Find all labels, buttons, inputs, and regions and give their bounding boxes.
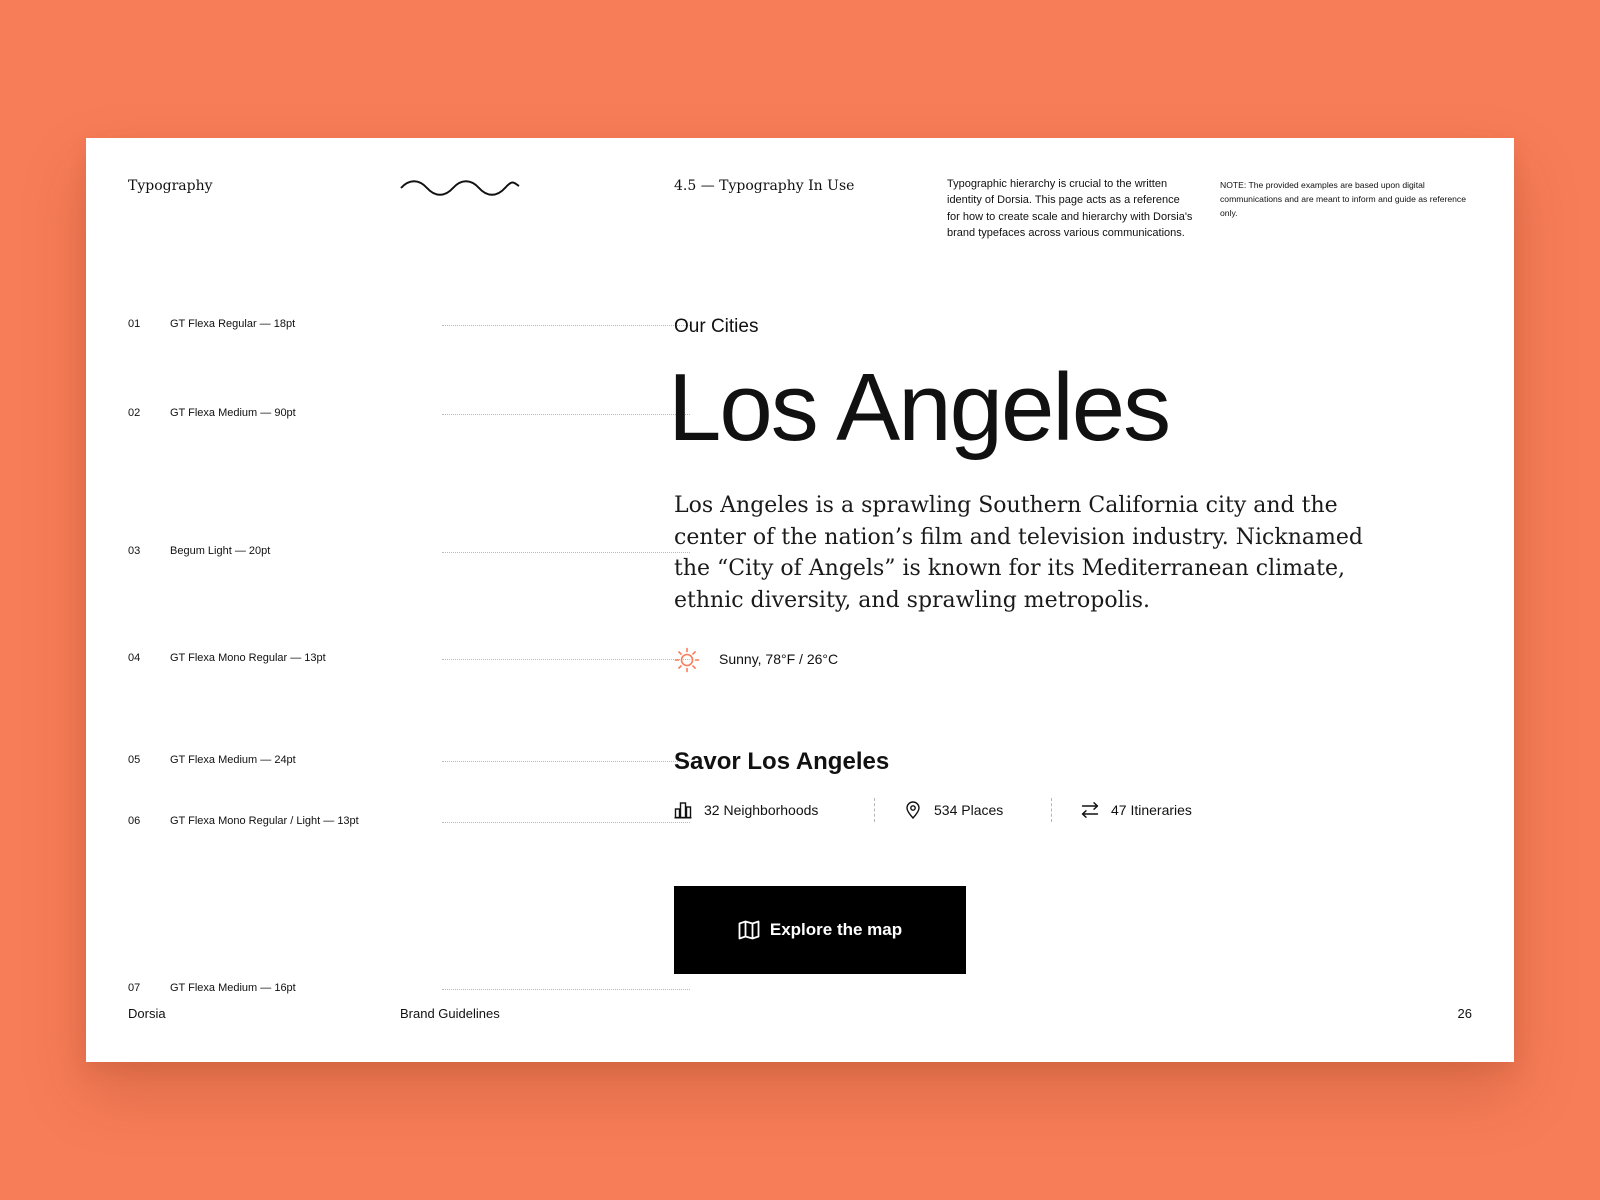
page-number: 26 <box>1457 1006 1472 1021</box>
spec-label: GT Flexa Medium — 16pt <box>170 982 296 994</box>
stat-text: 534 Places <box>934 802 1004 818</box>
spec-label: GT Flexa Mono Regular / Light — 13pt <box>170 815 359 827</box>
spec-row: 06 GT Flexa Mono Regular / Light — 13pt <box>128 815 690 831</box>
spec-row: 07 GT Flexa Medium — 16pt <box>128 982 690 998</box>
spec-label: GT Flexa Mono Regular — 13pt <box>170 652 326 664</box>
dotted-leader <box>442 552 690 553</box>
city-headline: Los Angeles <box>668 354 1171 461</box>
spec-number: 02 <box>128 407 141 419</box>
kicker-text: Our Cities <box>674 316 759 337</box>
guideline-page: Typography 4.5 — Typography In Use Typog… <box>86 138 1514 1062</box>
spec-row: 03 Begum Light — 20pt <box>128 545 690 561</box>
wave-icon <box>400 180 520 196</box>
map-icon <box>738 920 760 940</box>
spec-number: 04 <box>128 652 141 664</box>
spec-number: 05 <box>128 754 141 766</box>
intro-paragraph: Typographic hierarchy is crucial to the … <box>947 178 1193 239</box>
spec-label: GT Flexa Medium — 90pt <box>170 407 296 419</box>
spec-row: 02 GT Flexa Medium — 90pt <box>128 407 690 423</box>
buildings-icon <box>674 802 692 819</box>
dotted-leader <box>442 822 690 823</box>
spec-number: 06 <box>128 815 141 827</box>
spec-label: GT Flexa Regular — 18pt <box>170 318 296 330</box>
dotted-leader <box>442 659 690 660</box>
spec-row: 05 GT Flexa Medium — 24pt <box>128 754 690 770</box>
dotted-leader <box>442 761 690 762</box>
dotted-leader <box>442 325 690 326</box>
dotted-leader <box>442 414 690 415</box>
spec-number: 03 <box>128 545 141 557</box>
spec-number: 01 <box>128 318 141 330</box>
spec-row: 04 GT Flexa Mono Regular — 13pt <box>128 652 690 668</box>
savor-heading: Savor Los Angeles <box>674 748 890 775</box>
footer-brand: Dorsia <box>128 1006 166 1021</box>
location-pin-icon <box>906 801 920 819</box>
spec-label: GT Flexa Medium — 24pt <box>170 754 296 766</box>
spec-label: Begum Light — 20pt <box>170 545 271 557</box>
explore-map-label: Explore the map <box>769 920 903 939</box>
stat-divider <box>874 798 875 822</box>
spec-number: 07 <box>128 982 141 994</box>
section-title: 4.5 — Typography In Use <box>674 178 855 194</box>
city-description: Los Angeles is a sprawling Southern Cali… <box>674 493 1363 613</box>
footer-document-title: Brand Guidelines <box>400 1006 500 1021</box>
stat-text: 32 Neighborhoods <box>704 802 819 818</box>
route-icon <box>1081 802 1099 818</box>
dotted-leader <box>442 989 690 990</box>
section-name: Typography <box>128 178 213 194</box>
explore-map-button[interactable]: Explore the map <box>674 886 966 974</box>
stat-text: 47 Itineraries <box>1111 802 1192 818</box>
sun-icon <box>674 647 700 673</box>
stat-divider <box>1051 798 1052 822</box>
note-paragraph: NOTE: The provided examples are based up… <box>1220 180 1467 218</box>
spec-row: 01 GT Flexa Regular — 18pt <box>128 318 690 334</box>
weather-text: Sunny, 78°F / 26°C <box>719 651 839 667</box>
